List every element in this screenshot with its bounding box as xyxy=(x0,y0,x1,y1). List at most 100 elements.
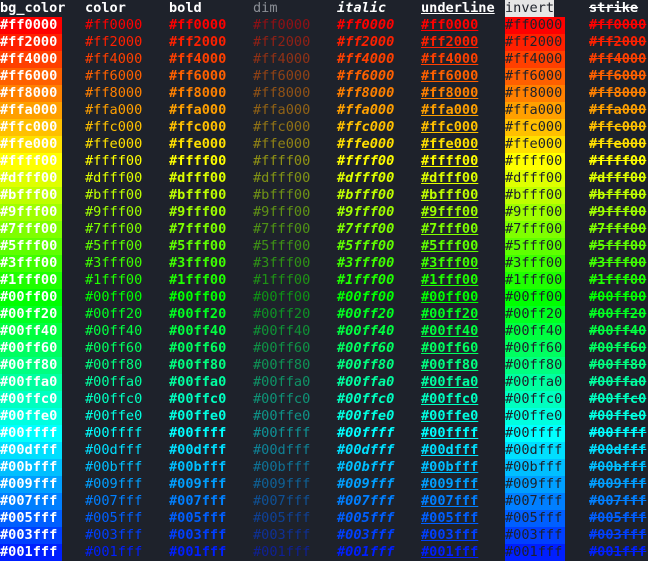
cell-underline-003fff: #003fff xyxy=(421,527,479,543)
cell-dim-003fff: #003fff xyxy=(253,527,311,543)
cell-dim-00ff40: #00ff40 xyxy=(253,323,311,339)
cell-invert-007fff: #007fff xyxy=(505,493,565,510)
cell-bg-dfff00: #dfff00 xyxy=(0,170,62,187)
cell-color-00ffa0: #00ffa0 xyxy=(85,374,143,390)
cell-color-00dfff: #00dfff xyxy=(85,442,143,458)
cell-bg-00ff80: #00ff80 xyxy=(0,357,62,374)
cell-bold-001fff: #001fff xyxy=(169,544,227,560)
cell-strike-ffa000: #ffa000 xyxy=(589,102,647,118)
cell-bg-001fff: #001fff xyxy=(0,544,62,561)
cell-dim-009fff: #009fff xyxy=(253,476,311,492)
cell-italic-00dfff: #00dfff xyxy=(337,442,395,458)
cell-dim-9fff00: #9fff00 xyxy=(253,204,311,220)
cell-underline-9fff00: #9fff00 xyxy=(421,204,479,220)
cell-bold-3fff00: #3fff00 xyxy=(169,255,227,271)
cell-color-ff4000: #ff4000 xyxy=(85,51,143,67)
cell-color-ffa000: #ffa000 xyxy=(85,102,143,118)
cell-strike-00dfff: #00dfff xyxy=(589,442,647,458)
cell-italic-ffff00: #ffff00 xyxy=(337,153,395,169)
cell-bg-00bfff: #00bfff xyxy=(0,459,62,476)
cell-bg-ffe000: #ffe000 xyxy=(0,136,62,153)
cell-dim-ffff00: #ffff00 xyxy=(253,153,311,169)
cell-invert-ff2000: #ff2000 xyxy=(505,34,565,51)
cell-invert-5fff00: #5fff00 xyxy=(505,238,565,255)
cell-color-1fff00: #1fff00 xyxy=(85,272,143,288)
cell-color-00ffc0: #00ffc0 xyxy=(85,391,143,407)
cell-bg-00ff60: #00ff60 xyxy=(0,340,62,357)
cell-bold-00bfff: #00bfff xyxy=(169,459,227,475)
cell-bg-007fff: #007fff xyxy=(0,493,62,510)
cell-bold-009fff: #009fff xyxy=(169,476,227,492)
cell-underline-3fff00: #3fff00 xyxy=(421,255,479,271)
cell-bg-1fff00: #1fff00 xyxy=(0,272,62,289)
cell-invert-005fff: #005fff xyxy=(505,510,565,527)
cell-bold-00ff20: #00ff20 xyxy=(169,306,227,322)
cell-invert-ff0000: #ff0000 xyxy=(505,17,565,34)
cell-bold-ff6000: #ff6000 xyxy=(169,68,227,84)
cell-invert-00ff80: #00ff80 xyxy=(505,357,565,374)
cell-color-00ff60: #00ff60 xyxy=(85,340,143,356)
cell-invert-ff6000: #ff6000 xyxy=(505,68,565,85)
header-strike: strike xyxy=(589,0,639,16)
cell-dim-ffe000: #ffe000 xyxy=(253,136,311,152)
cell-bold-ff4000: #ff4000 xyxy=(169,51,227,67)
cell-invert-003fff: #003fff xyxy=(505,527,565,544)
cell-invert-dfff00: #dfff00 xyxy=(505,170,565,187)
cell-dim-001fff: #001fff xyxy=(253,544,311,560)
cell-invert-00ff20: #00ff20 xyxy=(505,306,565,323)
cell-color-00ff40: #00ff40 xyxy=(85,323,143,339)
cell-strike-00ffe0: #00ffe0 xyxy=(589,408,647,424)
cell-bold-00ffe0: #00ffe0 xyxy=(169,408,227,424)
header-underline: underline xyxy=(421,0,495,16)
cell-italic-ff0000: #ff0000 xyxy=(337,17,395,33)
cell-underline-5fff00: #5fff00 xyxy=(421,238,479,254)
cell-italic-00ffe0: #00ffe0 xyxy=(337,408,395,424)
cell-underline-7fff00: #7fff00 xyxy=(421,221,479,237)
cell-bold-00dfff: #00dfff xyxy=(169,442,227,458)
cell-dim-5fff00: #5fff00 xyxy=(253,238,311,254)
cell-italic-ff4000: #ff4000 xyxy=(337,51,395,67)
cell-color-005fff: #005fff xyxy=(85,510,143,526)
cell-italic-00ff00: #00ff00 xyxy=(337,289,395,305)
cell-strike-9fff00: #9fff00 xyxy=(589,204,647,220)
cell-bold-ffa000: #ffa000 xyxy=(169,102,227,118)
header-dim: dim xyxy=(253,0,278,16)
cell-bold-7fff00: #7fff00 xyxy=(169,221,227,237)
cell-color-001fff: #001fff xyxy=(85,544,143,560)
cell-bg-00ffe0: #00ffe0 xyxy=(0,408,62,425)
cell-dim-dfff00: #dfff00 xyxy=(253,170,311,186)
cell-bg-ff8000: #ff8000 xyxy=(0,85,62,102)
cell-strike-5fff00: #5fff00 xyxy=(589,238,647,254)
cell-dim-00dfff: #00dfff xyxy=(253,442,311,458)
cell-bg-00ffa0: #00ffa0 xyxy=(0,374,62,391)
cell-bg-9fff00: #9fff00 xyxy=(0,204,62,221)
cell-underline-ff0000: #ff0000 xyxy=(421,17,479,33)
cell-strike-ff8000: #ff8000 xyxy=(589,85,647,101)
cell-invert-ff4000: #ff4000 xyxy=(505,51,565,68)
cell-bg-ff2000: #ff2000 xyxy=(0,34,62,51)
cell-color-7fff00: #7fff00 xyxy=(85,221,143,237)
cell-bold-ffc000: #ffc000 xyxy=(169,119,227,135)
cell-italic-9fff00: #9fff00 xyxy=(337,204,395,220)
cell-dim-ff8000: #ff8000 xyxy=(253,85,311,101)
header-bg-color: bg_color xyxy=(0,0,66,16)
cell-bg-7fff00: #7fff00 xyxy=(0,221,62,238)
cell-bold-ff0000: #ff0000 xyxy=(169,17,227,33)
cell-color-bfff00: #bfff00 xyxy=(85,187,143,203)
cell-underline-00bfff: #00bfff xyxy=(421,459,479,475)
cell-color-00ff00: #00ff00 xyxy=(85,289,143,305)
cell-strike-00ff80: #00ff80 xyxy=(589,357,647,373)
cell-italic-bfff00: #bfff00 xyxy=(337,187,395,203)
cell-bg-005fff: #005fff xyxy=(0,510,62,527)
cell-italic-009fff: #009fff xyxy=(337,476,395,492)
cell-invert-ffc000: #ffc000 xyxy=(505,119,565,136)
cell-italic-001fff: #001fff xyxy=(337,544,395,560)
cell-dim-00bfff: #00bfff xyxy=(253,459,311,475)
cell-color-009fff: #009fff xyxy=(85,476,143,492)
cell-invert-00ffff: #00ffff xyxy=(505,425,565,442)
cell-color-00ffe0: #00ffe0 xyxy=(85,408,143,424)
cell-color-3fff00: #3fff00 xyxy=(85,255,143,271)
cell-underline-ff4000: #ff4000 xyxy=(421,51,479,67)
cell-strike-00ffc0: #00ffc0 xyxy=(589,391,647,407)
cell-dim-ffa000: #ffa000 xyxy=(253,102,311,118)
